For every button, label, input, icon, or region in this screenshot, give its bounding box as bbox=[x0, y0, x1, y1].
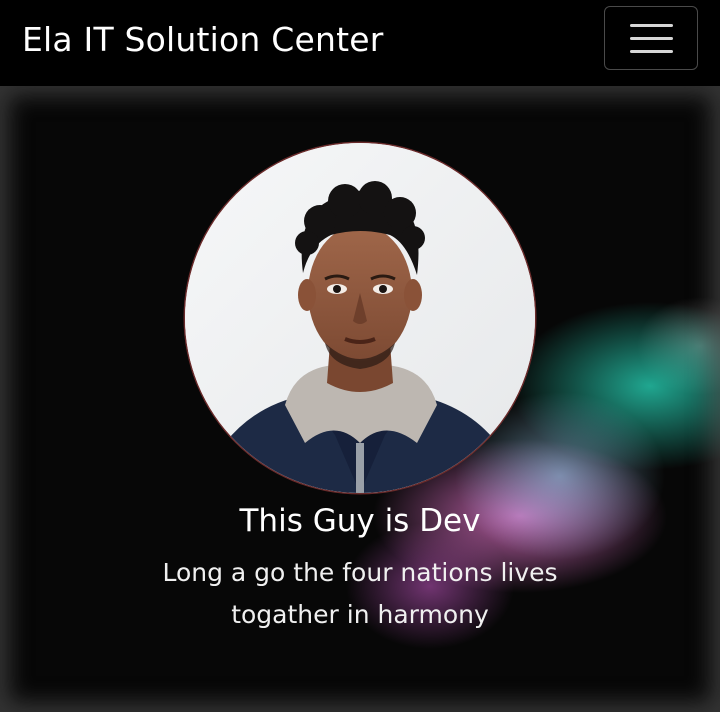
hamburger-menu-icon-bottom bbox=[630, 50, 673, 53]
hamburger-menu-icon bbox=[630, 24, 673, 27]
navbar: Ela IT Solution Center bbox=[0, 0, 720, 86]
hamburger-menu-icon-middle bbox=[630, 37, 673, 40]
brand-link[interactable]: Ela IT Solution Center bbox=[22, 18, 384, 62]
hero-title: This Guy is Dev bbox=[239, 503, 481, 539]
navbar-toggle-button[interactable] bbox=[604, 6, 698, 70]
hero-section: This Guy is Dev Long a go the four natio… bbox=[0, 86, 720, 712]
profile-photo bbox=[185, 143, 535, 493]
avatar bbox=[185, 143, 535, 493]
hero-subtitle: Long a go the four nations lives togathe… bbox=[162, 558, 558, 629]
